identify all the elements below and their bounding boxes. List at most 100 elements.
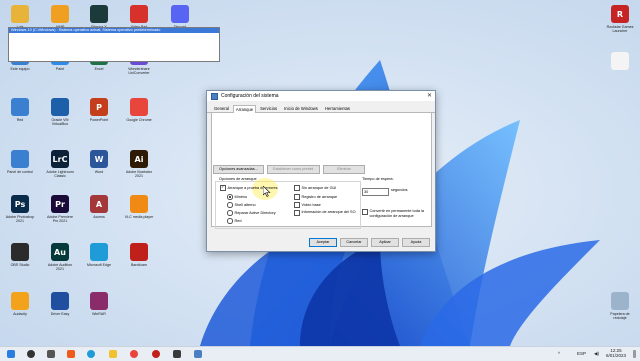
- advanced-options-button[interactable]: Opciones avanzadas...: [213, 165, 264, 174]
- make-permanent-option[interactable]: Convertir en permanente toda la configur…: [362, 209, 428, 218]
- desktop-shortcut[interactable]: Audacity: [5, 292, 35, 316]
- os-boot-info-option[interactable]: Información de arranque del SO: [294, 210, 360, 216]
- dialog-title: Configuración del sistema: [221, 93, 279, 99]
- radio-button-selected[interactable]: [227, 194, 233, 200]
- desktop-shortcut[interactable]: Red: [5, 98, 35, 122]
- desktop-shortcut[interactable]: Microsoft Edge: [84, 243, 114, 267]
- desktop-shortcut-label: Papelera de reciclaje: [610, 312, 630, 321]
- checkbox[interactable]: [294, 185, 300, 191]
- desktop-shortcut[interactable]: Oracle VM VirtualBox: [45, 98, 75, 127]
- checkbox[interactable]: [362, 209, 368, 215]
- volume-icon[interactable]: ◀): [594, 351, 599, 357]
- desktop-shortcut[interactable]: Pr Adobe Premiere Pro 2021: [45, 195, 75, 224]
- checkbox[interactable]: [294, 202, 300, 208]
- boot-log-option[interactable]: Registro de arranque: [294, 194, 337, 200]
- base-video-option[interactable]: Vídeo base: [294, 202, 321, 208]
- desktop-shortcut[interactable]: P PowerPoint: [84, 98, 114, 122]
- dialog-titlebar[interactable]: Configuración del sistema ✕: [207, 91, 435, 101]
- boot-options-label: Opciones de arranque: [218, 177, 258, 181]
- os-list-item[interactable]: Windows 10 (C:\Windows) : Sistema operat…: [9, 28, 219, 33]
- timeout-input[interactable]: 30: [362, 188, 389, 196]
- desktop-shortcut[interactable]: Ai Adobe Illustrator 2021: [124, 150, 154, 179]
- desktop-shortcut[interactable]: Video Pad: [124, 5, 154, 29]
- close-icon[interactable]: ✕: [427, 92, 432, 99]
- edge-icon[interactable]: [87, 350, 95, 358]
- edge-icon: [90, 243, 108, 261]
- desktop-shortcut[interactable]: Filmora X: [84, 5, 114, 29]
- desktop-shortcut[interactable]: Papelera de reciclaje: [605, 292, 635, 321]
- lightroom-icon: LrC: [51, 150, 69, 168]
- timeout-unit: segundos: [391, 188, 408, 192]
- radio-minimo[interactable]: Mínimo: [227, 194, 247, 200]
- rockstar-icon: R: [611, 5, 629, 23]
- msconfig-taskbar-icon[interactable]: [194, 350, 202, 358]
- radio-button[interactable]: [227, 218, 233, 224]
- language-indicator[interactable]: ESP: [577, 351, 586, 356]
- desktop-shortcut[interactable]: OBS Studio: [5, 243, 35, 267]
- desktop-shortcut[interactable]: VLC media player: [124, 195, 154, 219]
- desktop-shortcut[interactable]: Google Chrome: [124, 98, 154, 122]
- radio-reparar-ad[interactable]: Reparar Active Directory: [227, 210, 276, 216]
- checkbox[interactable]: [294, 194, 300, 200]
- os-boot-info-label: Información de arranque del SO: [301, 210, 356, 214]
- radio-shell-alterno[interactable]: Shell alterno: [227, 202, 256, 208]
- radio-button[interactable]: [227, 210, 233, 216]
- desktop-shortcut[interactable]: Discord: [165, 5, 195, 29]
- desktop-shortcut[interactable]: Bandicam: [124, 243, 154, 267]
- task-view-icon[interactable]: [47, 350, 55, 358]
- desktop-shortcut-label: Oracle VM VirtualBox: [51, 118, 69, 127]
- desktop-shortcut[interactable]: Lola: [5, 5, 35, 29]
- brave-icon[interactable]: [67, 350, 75, 358]
- desktop-shortcut-label: VLC media player: [124, 215, 154, 219]
- checkbox[interactable]: [294, 210, 300, 216]
- start-button[interactable]: [7, 350, 15, 358]
- radio-button[interactable]: [227, 202, 233, 208]
- desktop-shortcut-label: Adobe Premiere Pro 2021: [47, 215, 73, 224]
- radio-red[interactable]: Red: [227, 218, 241, 224]
- desktop-shortcut[interactable]: Driver Easy: [45, 292, 75, 316]
- desktop-shortcut[interactable]: W Word: [84, 150, 114, 174]
- tray-chevron-icon[interactable]: ^: [558, 351, 560, 356]
- desktop-shortcut-label: Word: [94, 170, 104, 174]
- tab-inicio-windows[interactable]: Inicio de Windows: [281, 104, 321, 112]
- desktop-shortcut[interactable]: R Rockstar Games Launcher: [605, 5, 635, 34]
- desktop-shortcut[interactable]: LrC Adobe Lightroom Classic: [45, 150, 75, 179]
- desktop-shortcut[interactable]: A Access: [84, 195, 114, 219]
- help-button[interactable]: Ayuda: [402, 238, 430, 247]
- apply-button[interactable]: Aplicar: [371, 238, 399, 247]
- desktop-shortcut-label: Paint: [55, 67, 65, 71]
- desktop-shortcut[interactable]: [605, 52, 635, 72]
- notifications-icon[interactable]: [633, 350, 636, 358]
- bandicam-icon[interactable]: [152, 350, 160, 358]
- make-permanent-label: Convertir en permanente toda la configur…: [369, 209, 424, 218]
- delete-button[interactable]: Eliminar: [323, 165, 365, 174]
- desktop-shortcut-label: PowerPoint: [89, 118, 109, 122]
- search-icon[interactable]: [27, 350, 35, 358]
- desktop-shortcut-label: Rockstar Games Launcher: [606, 25, 634, 34]
- tab-arranque[interactable]: Arranque: [232, 105, 257, 113]
- desktop-shortcut[interactable]: Au Adobe Audition 2021: [45, 243, 75, 272]
- desktop-shortcut-label: Wondershare UniConverter: [128, 67, 150, 76]
- msconfig-icon: [211, 92, 218, 100]
- tab-general[interactable]: General: [211, 104, 232, 112]
- tab-servicios[interactable]: Servicios: [257, 104, 280, 112]
- file-explorer-icon[interactable]: [109, 350, 117, 358]
- desktop-shortcut[interactable]: WinRAR: [84, 292, 114, 316]
- desktop-shortcut[interactable]: Ps Adobe Photoshop 2021: [5, 195, 35, 224]
- tab-herramientas[interactable]: Herramientas: [322, 104, 353, 112]
- word-icon: W: [90, 150, 108, 168]
- winrar-icon: [90, 292, 108, 310]
- chrome-icon[interactable]: [130, 350, 138, 358]
- cancel-button[interactable]: Cancelar: [340, 238, 368, 247]
- desktop-shortcut[interactable]: AIMP: [45, 5, 75, 29]
- clock[interactable]: 12:25 6/01/2023: [606, 348, 626, 358]
- safe-boot-checkbox[interactable]: ✓: [220, 185, 226, 191]
- os-list[interactable]: Windows 10 (C:\Windows) : Sistema operat…: [8, 27, 220, 62]
- desktop-shortcut[interactable]: Panel de control: [5, 150, 35, 174]
- set-default-button[interactable]: Establecer como predet.: [267, 165, 320, 174]
- terminal-icon[interactable]: [173, 350, 181, 358]
- boot-log-label: Registro de arranque: [301, 194, 338, 199]
- ok-button[interactable]: Aceptar: [309, 238, 337, 247]
- desktop-shortcut-label: OBS Studio: [10, 263, 30, 267]
- no-gui-option[interactable]: Sin arranque de GUI: [294, 185, 336, 191]
